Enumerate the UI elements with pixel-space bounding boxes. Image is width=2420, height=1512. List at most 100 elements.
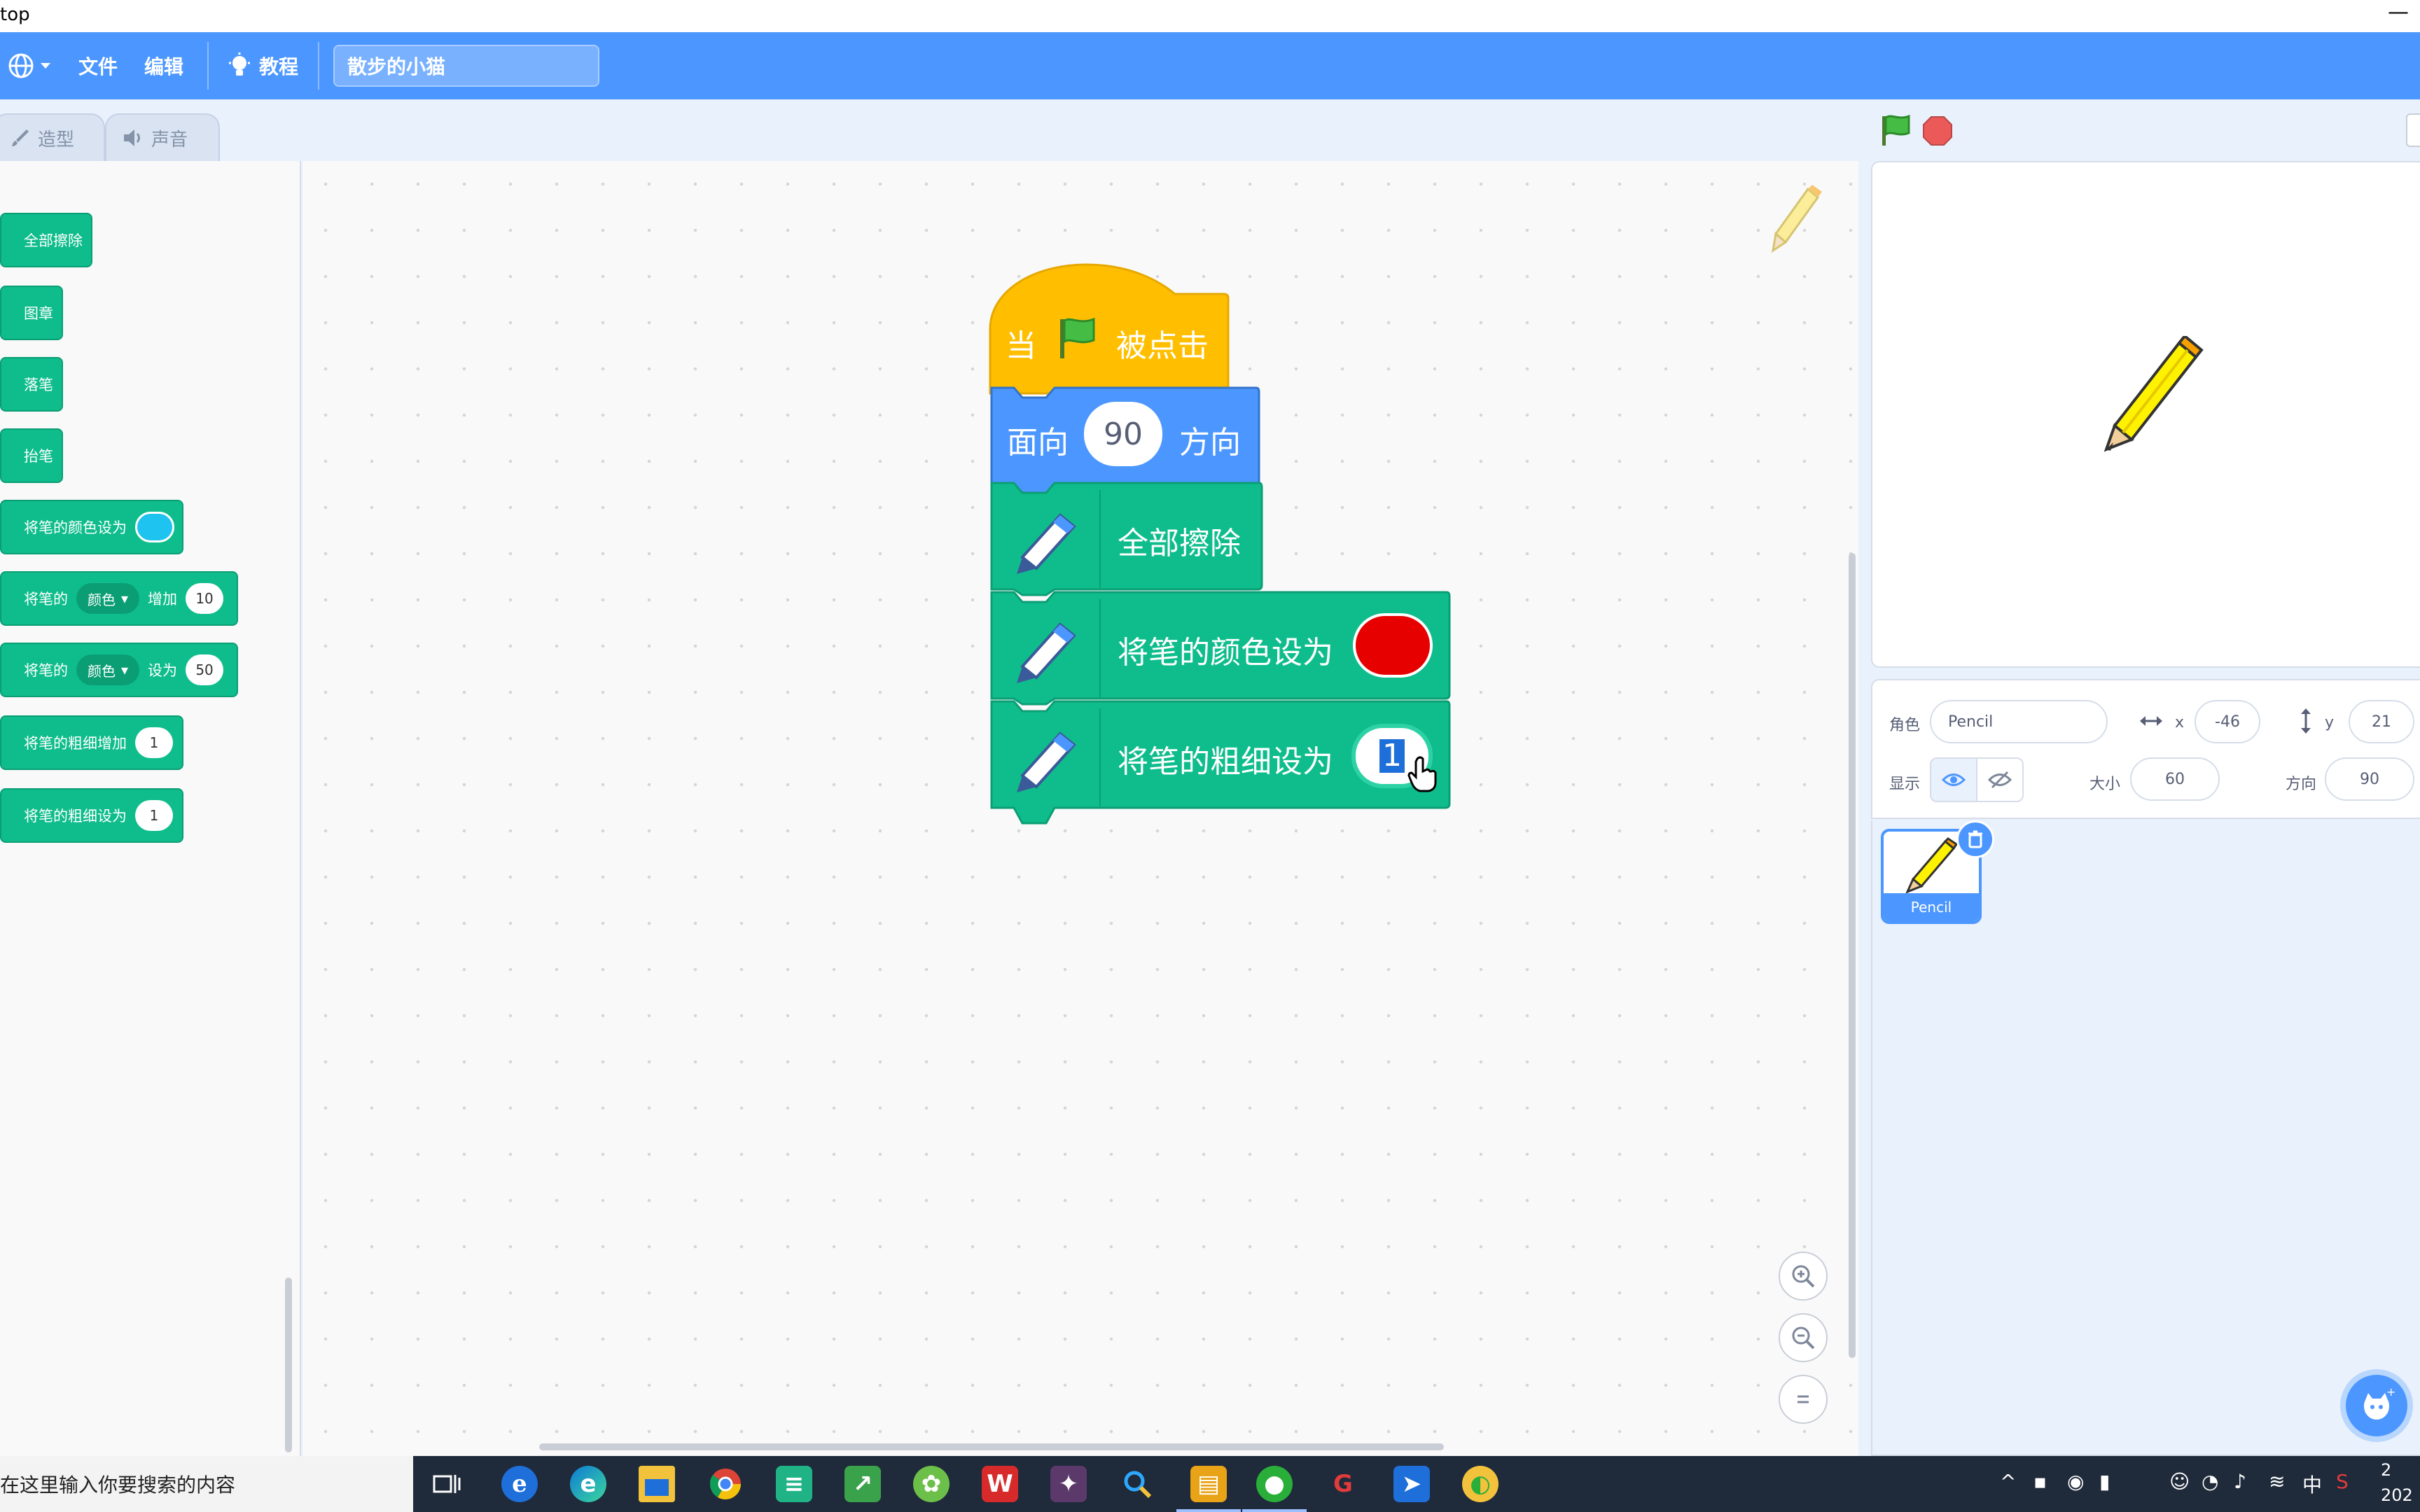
param-dropdown[interactable]: 颜色 ▾ [76, 583, 140, 614]
caret-down-icon: ▾ [121, 590, 129, 607]
green-flag-button[interactable] [1878, 113, 1913, 148]
edit-menu[interactable]: 编辑 [144, 32, 183, 99]
task-view-icon[interactable] [429, 1466, 465, 1502]
code-horizontal-scrollbar[interactable] [539, 1443, 1444, 1450]
palette-block-set-size[interactable]: 将笔的粗细设为 1 [0, 788, 183, 843]
vertical-arrows-icon [2301, 708, 2311, 734]
tray-app-icon[interactable]: ◔ [2202, 1470, 2218, 1493]
lightbulb-icon [229, 52, 250, 76]
language-menu[interactable] [7, 32, 52, 99]
file-menu[interactable]: 文件 [78, 32, 118, 99]
x-input[interactable]: -46 [2195, 700, 2260, 743]
clear-label: 全部擦除 [1118, 526, 1241, 561]
search-app-icon[interactable] [1119, 1466, 1155, 1502]
tab-costumes[interactable]: 造型 [0, 113, 105, 161]
clock-date[interactable]: 202 [2381, 1485, 2413, 1505]
input-method-indicator[interactable]: 中 [2302, 1470, 2322, 1498]
g-app-icon[interactable]: G [1325, 1466, 1361, 1502]
value-input[interactable]: 1 [135, 727, 173, 758]
hide-sprite-button[interactable] [1976, 757, 2024, 802]
palette-scrollbar[interactable] [285, 1278, 292, 1452]
color-swatch[interactable] [135, 512, 174, 542]
stage-pencil-sprite[interactable] [2101, 336, 2206, 454]
menu-divider [318, 42, 319, 90]
size-label: 大小 [2089, 776, 2121, 793]
notes-app-icon[interactable]: ▤ [1190, 1466, 1227, 1502]
yellow-app-icon[interactable]: ◐ [1462, 1466, 1498, 1502]
sprite-name-input[interactable]: Pencil [1930, 700, 2108, 743]
chart-app-icon[interactable]: ↗ [844, 1466, 881, 1502]
palette-block-stamp[interactable]: 图章 [0, 286, 63, 340]
ie-browser-icon[interactable]: e [501, 1466, 538, 1502]
stage[interactable] [1871, 161, 2420, 668]
show-sprite-button[interactable] [1930, 757, 1977, 802]
block-label: 设为 [148, 662, 178, 679]
stop-button[interactable] [1921, 115, 1954, 147]
param-dropdown[interactable]: 颜色 ▾ [76, 654, 140, 685]
equals-icon [1797, 1395, 1809, 1404]
taskbar-search-box[interactable]: 在这里输入你要搜索的内容 [0, 1456, 413, 1512]
y-label: y [2325, 714, 2335, 732]
zoom-in-icon [1792, 1265, 1815, 1288]
game-app-icon[interactable]: ✦ [1050, 1466, 1087, 1502]
palette-block-set-color[interactable]: 将笔的颜色设为 [0, 500, 183, 554]
feishu-app-icon[interactable]: ➤ [1393, 1466, 1430, 1502]
tray-expand-icon[interactable]: ^ [2000, 1470, 2016, 1493]
palette-block-set-param[interactable]: 将笔的 颜色 ▾ 设为 50 [0, 643, 238, 697]
y-input[interactable]: 21 [2349, 700, 2414, 743]
value-input[interactable]: 50 [186, 654, 224, 685]
qq-tray-icon[interactable]: ☺ [2169, 1470, 2190, 1493]
tray-app-icon[interactable]: ◉ [2067, 1470, 2084, 1493]
zoom-in-button[interactable] [1779, 1252, 1828, 1301]
direction-field[interactable]: 90 [2325, 757, 2414, 801]
sogou-ime-icon[interactable]: S [2336, 1470, 2349, 1493]
tutorial-button[interactable]: 教程 [227, 32, 298, 99]
project-title-input[interactable]: 散步的小猫 [333, 45, 599, 87]
code-vertical-scrollbar[interactable] [1849, 553, 1856, 1358]
show-label: 显示 [1889, 776, 1921, 793]
direction-label: 方向 [2286, 776, 2317, 793]
leaf-app-icon[interactable]: ✿ [913, 1466, 950, 1502]
palette-block-change-size[interactable]: 将笔的粗细增加 1 [0, 715, 183, 770]
delete-sprite-button[interactable] [1956, 820, 1994, 858]
brush-icon [12, 130, 29, 146]
hat-clicked-label: 被点击 [1116, 328, 1209, 364]
point-label: 面向 [1007, 425, 1069, 461]
green-flag-icon [1060, 317, 1095, 358]
x-label: x [2175, 714, 2185, 732]
caret-down-icon: ▾ [121, 662, 129, 678]
edge-browser-icon[interactable]: e [570, 1466, 606, 1502]
choose-sprite-button[interactable]: + [2346, 1375, 2407, 1436]
sprite-tile-name: Pencil [1884, 893, 1979, 921]
value-input[interactable]: 10 [186, 583, 224, 614]
direction-input[interactable]: 90 [1084, 402, 1162, 466]
minimize-button[interactable]: — [2388, 0, 2409, 24]
sprite-info-panel: 角色 Pencil x -46 y 21 显示 大小 60 方向 90 [1871, 679, 2420, 819]
file-explorer-icon[interactable] [639, 1466, 675, 1502]
tray-app-icon[interactable]: ▪ [2033, 1470, 2047, 1493]
stage-size-toggle[interactable] [2406, 113, 2420, 147]
app-icon-green[interactable]: ≡ [776, 1466, 812, 1502]
wechat-icon[interactable]: ● [1256, 1466, 1293, 1502]
size-input[interactable]: 60 [2130, 757, 2220, 801]
zoom-reset-button[interactable] [1779, 1375, 1828, 1424]
zoom-out-button[interactable] [1779, 1313, 1828, 1362]
clock-time[interactable]: 2 [2381, 1460, 2391, 1480]
volume-icon[interactable]: ♪ [2234, 1470, 2246, 1493]
block-divider [1099, 708, 1101, 806]
palette-block-clear[interactable]: 全部擦除 [0, 213, 92, 267]
tab-sounds[interactable]: 声音 [105, 113, 220, 161]
pen-color-swatch[interactable] [1353, 613, 1433, 678]
palette-block-pen-up[interactable]: 抬笔 [0, 428, 63, 483]
wps-office-icon[interactable]: W [982, 1466, 1018, 1502]
palette-block-change-param[interactable]: 将笔的 颜色 ▾ 增加 10 [0, 571, 238, 626]
chrome-browser-icon[interactable] [707, 1466, 744, 1502]
eye-icon [1942, 774, 1966, 786]
value-input[interactable]: 1 [135, 800, 173, 831]
palette-block-pen-down[interactable]: 落笔 [0, 357, 63, 412]
network-icon[interactable]: ≋ [2269, 1470, 2285, 1493]
point-suffix-label: 方向 [1179, 425, 1241, 461]
pen-icon [1017, 622, 1076, 683]
microphone-icon[interactable]: ▮ [2099, 1470, 2110, 1493]
window-title: top [0, 4, 30, 25]
